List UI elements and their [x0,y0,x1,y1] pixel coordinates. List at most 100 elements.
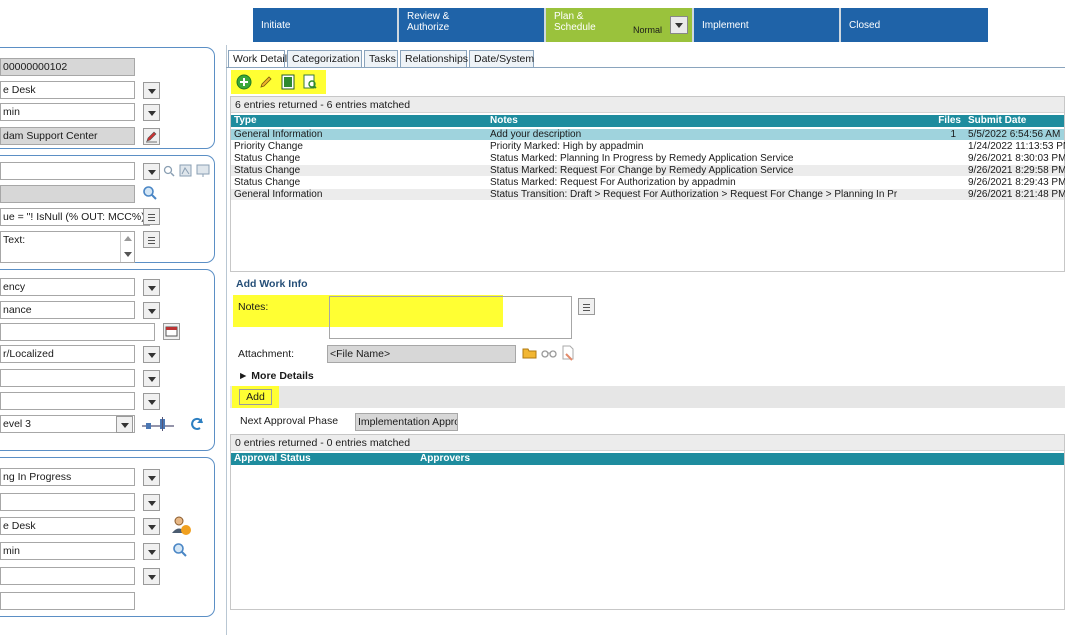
class-dropdown[interactable] [143,302,160,319]
tab-underline [226,67,1065,68]
stage-review-authorize[interactable]: Review & Authorize [399,8,546,42]
urgency-field[interactable]: ency [0,278,135,296]
vendor-field[interactable] [0,592,135,610]
work-info-toolbar [231,70,326,94]
search-icon[interactable] [172,542,188,558]
service-field[interactable] [0,162,135,180]
risk-dropdown[interactable] [143,393,160,410]
chevron-down-icon [147,352,156,358]
status-reason-dropdown[interactable] [143,494,160,511]
cell-date: 5/5/2022 6:54:56 AM [968,129,1061,140]
notes-expand-button[interactable] [578,298,595,315]
cell-date: 9/26/2021 8:30:03 PM [968,153,1065,164]
table-row[interactable]: Status Change Status Marked: Request For… [231,165,1065,176]
status-field[interactable]: ng In Progress [0,468,135,486]
qualification-field[interactable]: ue = "! IsNull (% OUT: MCC%) & [0,208,150,226]
scroll-up-icon[interactable] [124,236,132,241]
vendor-group-field[interactable] [0,567,135,585]
tab-tasks[interactable]: Tasks [364,50,398,67]
manager-dropdown[interactable] [143,543,160,560]
delete-file-icon[interactable] [561,345,576,361]
description-text-field[interactable]: Text: [0,231,135,263]
stage-plan-schedule[interactable]: Plan & Schedule Normal [546,8,694,42]
cell-type: Status Change [234,177,301,188]
view-glasses-icon[interactable] [541,347,557,359]
table-row[interactable]: General Information Add your description… [231,129,1064,140]
refresh-icon[interactable] [189,416,205,432]
report-search-icon[interactable] [302,74,318,90]
impact-field[interactable]: r/Localized [0,345,135,363]
chevron-down-icon [120,422,129,428]
chevron-down-icon [147,285,156,291]
col-approval-status[interactable]: Approval Status [234,453,311,465]
service-dropdown[interactable] [143,163,160,180]
tab-work-detail[interactable]: Work Detail [228,50,287,68]
stage-closed[interactable]: Closed [841,8,988,42]
scrollbar[interactable] [120,232,134,262]
edit-location-button[interactable] [143,128,160,145]
col-submit-date[interactable]: Submit Date [968,115,1026,127]
support-group-field[interactable]: e Desk [0,81,135,99]
table-row[interactable]: General Information Status Transition: D… [231,189,1065,200]
search-icon[interactable] [142,185,158,201]
cell-type: Status Change [234,165,301,176]
date-field[interactable] [0,323,155,341]
assign-to-me-icon[interactable] [170,515,192,537]
risk-wizard-icon[interactable] [140,416,176,432]
manager-group-dropdown[interactable] [143,518,160,535]
table-row[interactable]: Status Change Status Marked: Request For… [231,177,1065,188]
cell-notes: Status Transition: Draft > Request For A… [490,189,898,200]
priority-field[interactable] [0,369,135,387]
coordinator-field[interactable]: min [0,103,135,121]
stage-status: Normal [632,25,662,35]
calendar-icon [165,326,178,337]
pencil-icon [146,131,157,143]
table-row[interactable]: Priority Change Priority Marked: High by… [231,141,1065,152]
impact-dropdown[interactable] [143,346,160,363]
table-row[interactable]: Status Change Status Marked: Planning In… [231,153,1065,164]
view-report-icon[interactable] [280,74,296,90]
stage-initiate[interactable]: Initiate [253,8,399,42]
description-expand-button[interactable] [143,231,160,248]
pencil-icon[interactable] [258,74,274,90]
work-info-count: 6 entries returned - 6 entries matched [231,97,1064,113]
urgency-dropdown[interactable] [143,279,160,296]
stage-label: Initiate [261,20,291,31]
stage-dropdown-button[interactable] [670,16,688,34]
chevron-down-icon [147,169,156,175]
risk-level-dropdown[interactable] [116,416,133,433]
manager-field[interactable]: min [0,542,135,560]
risk-level-field[interactable]: evel 3 [0,415,135,433]
class-field[interactable]: nance [0,301,135,319]
vendor-group-dropdown[interactable] [143,568,160,585]
more-details-toggle[interactable]: ► More Details [238,370,314,382]
add-button[interactable]: Add [239,389,272,405]
col-files[interactable]: Files [914,115,961,127]
manager-group-field[interactable]: e Desk [0,517,135,535]
priority-dropdown[interactable] [143,370,160,387]
col-approvers[interactable]: Approvers [420,453,470,465]
chevron-down-icon [147,549,156,555]
status-dropdown[interactable] [143,469,160,486]
qualification-expand-button[interactable] [143,208,160,225]
cell-notes: Status Marked: Request For Change by Rem… [490,165,794,176]
service-tools-icons[interactable] [163,164,211,178]
cell-date: 1/24/2022 11:13:53 PM [968,141,1065,152]
coordinator-dropdown[interactable] [143,104,160,121]
calendar-button[interactable] [163,323,180,340]
folder-icon[interactable] [522,346,538,360]
notes-textarea[interactable] [329,296,572,339]
status-reason-field[interactable] [0,493,135,511]
tab-relationships[interactable]: Relationships [400,50,468,67]
col-notes[interactable]: Notes [490,115,518,127]
scroll-down-icon[interactable] [124,252,132,257]
risk-field[interactable] [0,392,135,410]
add-circle-icon[interactable] [236,74,252,90]
col-type[interactable]: Type [234,115,257,127]
support-group-dropdown[interactable] [143,82,160,99]
tab-date-system[interactable]: Date/System [469,50,534,67]
tab-categorization[interactable]: Categorization [287,50,362,67]
cell-type: Status Change [234,153,301,164]
stage-implement[interactable]: Implement [694,8,841,42]
approval-table: 0 entries returned - 0 entries matched A… [230,434,1065,610]
